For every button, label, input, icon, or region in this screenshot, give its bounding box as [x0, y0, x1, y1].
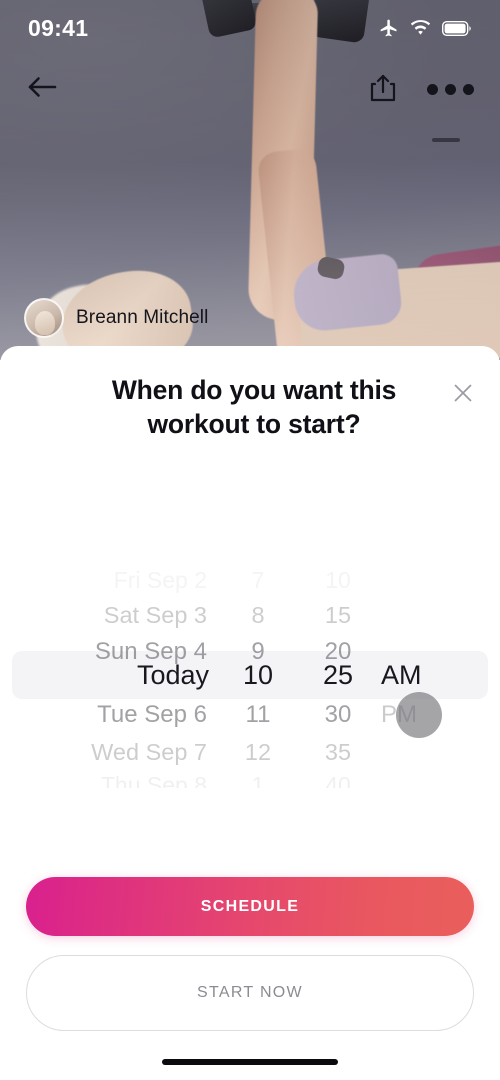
picker-hour-cell: 1 [251, 771, 265, 789]
picker-minute-cell: 35 [324, 738, 352, 765]
picker-row-selected[interactable]: Today 10 25 AM [0, 655, 500, 695]
scroll-indicator[interactable] [432, 138, 460, 142]
picker-row[interactable]: Sat Sep 3 8 15 [0, 595, 500, 635]
picker-minute-cell: 40 [325, 771, 351, 789]
nav-actions [369, 71, 474, 108]
picker-date-cell: Thu Sep 8 [100, 771, 207, 789]
picker-hour-cell: 12 [244, 738, 272, 765]
picker-row[interactable]: Thu Sep 8 1 40 [0, 765, 500, 789]
picker-meridiem-cell: AM [381, 659, 422, 690]
page-title: When do you want this workout to start? [111, 375, 397, 439]
share-icon[interactable] [369, 71, 397, 108]
nav-bar [0, 58, 500, 120]
close-icon[interactable] [448, 378, 478, 408]
picker-hour-cell: 11 [245, 701, 271, 728]
picker-date-cell: Fri Sep 2 [113, 566, 207, 593]
more-dots-icon[interactable] [427, 83, 474, 95]
picker-hour-cell: 10 [242, 659, 274, 690]
home-indicator[interactable] [162, 1059, 338, 1065]
picker-date-cell: Tue Sep 6 [97, 701, 207, 728]
picker-date-cell: Today [136, 659, 209, 690]
sheet-header: When do you want this workout to start? [0, 346, 500, 442]
back-button[interactable] [26, 74, 58, 105]
touch-indicator [396, 692, 442, 738]
datetime-picker[interactable]: Fri Sep 2 7 10 Sat Sep 3 8 15 Sun Sep 4 … [0, 562, 500, 788]
wifi-icon [410, 20, 431, 36]
battery-icon [442, 20, 472, 36]
picker-hour-cell: 8 [251, 601, 265, 628]
picker-minute-cell: 30 [324, 701, 352, 728]
author-name: Breann Mitchell [76, 307, 209, 328]
status-time: 09:41 [28, 14, 89, 41]
author-pill[interactable]: Breann Mitchell [24, 298, 208, 338]
start-now-button[interactable]: START NOW [26, 955, 474, 1031]
airplane-icon [379, 18, 399, 38]
picker-date-cell: Sat Sep 3 [103, 601, 207, 628]
picker-minute-cell: 15 [324, 601, 352, 628]
picker-minute-cell: 10 [325, 566, 351, 593]
picker-minute-cell: 25 [322, 659, 354, 690]
status-bar: 09:41 [0, 0, 500, 56]
schedule-button[interactable]: SCHEDULE [26, 877, 474, 936]
avatar [24, 298, 64, 338]
picker-hour-cell: 7 [251, 566, 265, 593]
status-icons [379, 18, 472, 38]
picker-date-cell: Wed Sep 7 [91, 738, 207, 765]
